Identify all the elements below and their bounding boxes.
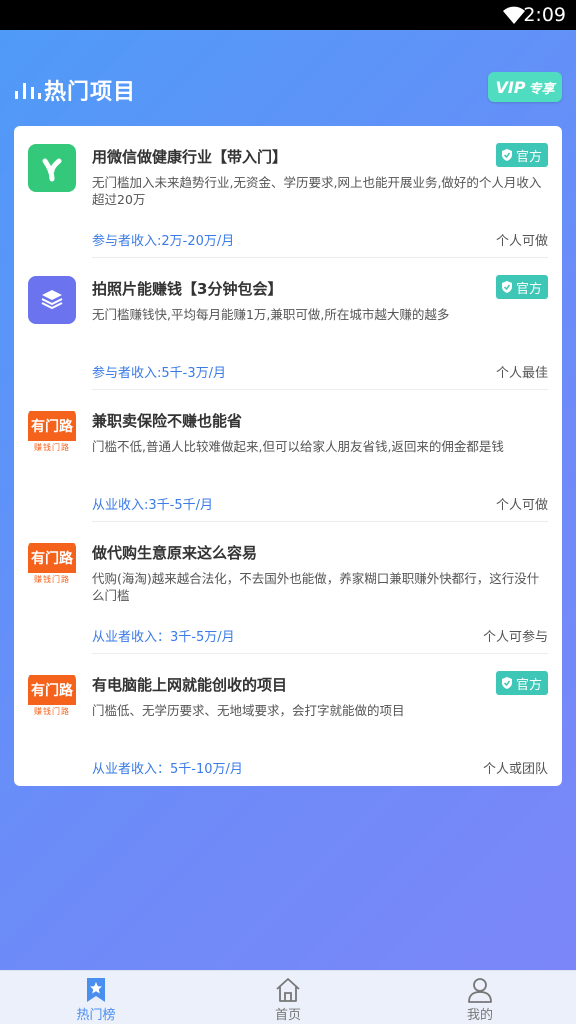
project-suitable: 个人可做	[495, 234, 548, 249]
project-logo	[28, 144, 76, 192]
logo-bottom-text: 赚钱门路	[34, 442, 70, 452]
logo-bottom-text: 赚钱门路	[34, 706, 70, 716]
official-badge: 官方	[495, 275, 548, 299]
status-bar: 2:09	[0, 0, 576, 30]
project-list-card: 用微信做健康行业【带入门】 官方 无门槛加入未来趋势行业,无资金、学历要求,网上…	[14, 126, 562, 786]
status-time: 2:09	[523, 4, 566, 26]
project-income: 从业者收入：3千-5万/月	[92, 630, 235, 645]
project-logo: 有门路 赚钱门路	[28, 408, 76, 456]
bottom-tab-bar: 热门榜 首页 我的	[0, 970, 576, 1024]
project-item[interactable]: 用微信做健康行业【带入门】 官方 无门槛加入未来趋势行业,无资金、学历要求,网上…	[14, 126, 562, 258]
logo-top-text: 有门路	[28, 411, 76, 441]
official-badge: 官方	[495, 671, 548, 695]
project-description: 无门槛赚钱快,平均每月能赚1万,兼职可做,所在城市越大赚的越多	[92, 307, 450, 322]
project-income: 从业者收入：5千-10万/月	[92, 762, 243, 777]
project-logo: 有门路 赚钱门路	[28, 672, 76, 720]
project-title: 拍照片能赚钱【3分钟包会】	[92, 280, 283, 298]
project-item[interactable]: 拍照片能赚钱【3分钟包会】 官方 无门槛赚钱快,平均每月能赚1万,兼职可做,所在…	[14, 258, 562, 390]
verified-icon	[501, 677, 512, 689]
official-label: 官方	[515, 281, 542, 297]
project-title: 用微信做健康行业【带入门】	[92, 148, 288, 166]
bar-chart-icon	[15, 83, 41, 99]
tab-label: 我的	[466, 1008, 493, 1023]
layers-icon	[41, 290, 63, 310]
vip-badge[interactable]: VIP 专享	[488, 72, 562, 102]
y-logo-icon	[42, 158, 62, 182]
project-title: 兼职卖保险不赚也能省	[92, 412, 243, 430]
tab-label: 首页	[274, 1008, 301, 1023]
project-income: 从业收入:3千-5千/月	[92, 498, 213, 513]
project-logo: 有门路 赚钱门路	[28, 540, 76, 588]
project-income: 参与者收入:5千-3万/月	[92, 366, 226, 381]
project-suitable: 个人或团队	[482, 762, 548, 777]
official-label: 官方	[515, 677, 542, 693]
project-description: 代购(海淘)越来越合法化，不去国外也能做，养家糊口兼职赚外快都行，这行没什么门槛	[92, 571, 540, 603]
tab-label: 热门榜	[76, 1008, 116, 1023]
header: 热门项目 VIP 专享	[0, 30, 576, 126]
project-suitable: 个人最佳	[495, 366, 548, 381]
home-icon	[276, 978, 300, 1002]
official-badge: 官方	[495, 143, 548, 167]
verified-icon	[501, 149, 512, 161]
project-item[interactable]: 有门路 赚钱门路 有电脑能上网就能创收的项目 官方 门槛低、无学历要求、无地域要…	[14, 654, 562, 786]
project-title: 做代购生意原来这么容易	[92, 544, 258, 562]
person-icon	[468, 978, 492, 1003]
project-item[interactable]: 有门路 赚钱门路 兼职卖保险不赚也能省 门槛不低,普通人比较难做起来,但可以给家…	[14, 390, 562, 522]
project-item[interactable]: 有门路 赚钱门路 做代购生意原来这么容易 代购(海淘)越来越合法化，不去国外也能…	[14, 522, 562, 654]
project-suitable: 个人可参与	[482, 630, 548, 645]
logo-top-text: 有门路	[28, 543, 76, 573]
project-description: 门槛不低,普通人比较难做起来,但可以给家人朋友省钱,返回来的佣金都是钱	[92, 439, 504, 454]
logo-bottom-text: 赚钱门路	[34, 574, 70, 584]
star-bookmark-icon	[87, 978, 105, 1002]
project-description: 无门槛加入未来趋势行业,无资金、学历要求,网上也能开展业务,做好的个人月收入超过…	[92, 175, 542, 207]
verified-icon	[501, 281, 512, 293]
project-title: 有电脑能上网就能创收的项目	[92, 676, 288, 694]
vip-suffix: 专享	[528, 81, 555, 97]
vip-label: VIP	[495, 77, 526, 97]
tab-hot-list[interactable]: 热门榜	[0, 971, 192, 1024]
project-logo	[28, 276, 76, 324]
official-label: 官方	[515, 149, 542, 165]
tab-home[interactable]: 首页	[192, 971, 384, 1024]
project-income: 参与者收入:2万-20万/月	[92, 234, 235, 249]
tab-mine[interactable]: 我的	[384, 971, 576, 1024]
page-title: 热门项目	[44, 80, 137, 105]
project-suitable: 个人可做	[495, 498, 548, 513]
project-description: 门槛低、无学历要求、无地域要求，会打字就能做的项目	[92, 703, 405, 718]
logo-top-text: 有门路	[28, 675, 76, 705]
